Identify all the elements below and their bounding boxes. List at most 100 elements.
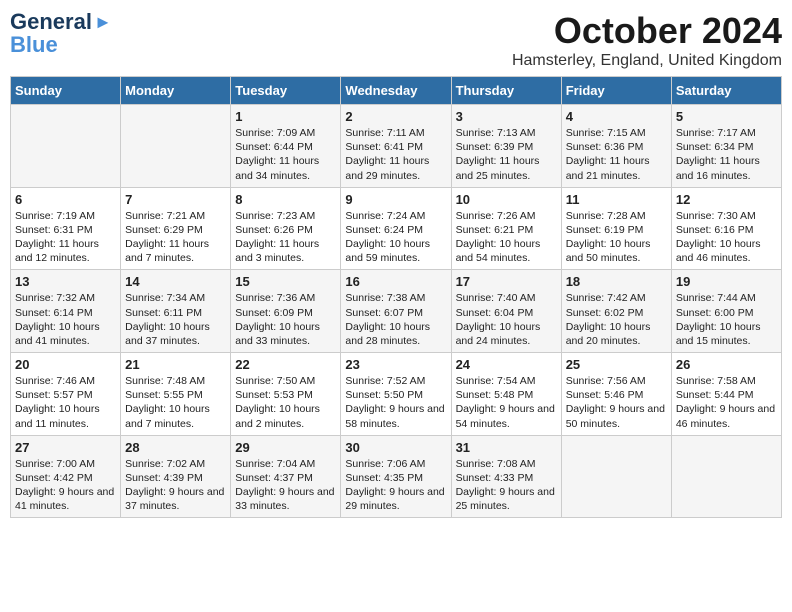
weekday-header-monday: Monday — [121, 77, 231, 105]
calendar-cell: 21 Sunrise: 7:48 AMSunset: 5:55 PMDayligh… — [121, 353, 231, 436]
day-number: 31 — [456, 440, 557, 455]
calendar-cell: 29 Sunrise: 7:04 AMSunset: 4:37 PMDayligh… — [231, 435, 341, 518]
cell-content: Sunrise: 7:19 AMSunset: 6:31 PMDaylight:… — [15, 209, 116, 266]
weekday-header-row: SundayMondayTuesdayWednesdayThursdayFrid… — [11, 77, 782, 105]
calendar-cell: 5 Sunrise: 7:17 AMSunset: 6:34 PMDaylight… — [671, 105, 781, 188]
cell-content: Sunrise: 7:46 AMSunset: 5:57 PMDaylight:… — [15, 374, 116, 431]
week-row-1: 1 Sunrise: 7:09 AMSunset: 6:44 PMDaylight… — [11, 105, 782, 188]
day-number: 21 — [125, 357, 226, 372]
calendar-cell: 1 Sunrise: 7:09 AMSunset: 6:44 PMDaylight… — [231, 105, 341, 188]
day-number: 12 — [676, 192, 777, 207]
calendar-cell — [671, 435, 781, 518]
day-number: 7 — [125, 192, 226, 207]
day-number: 20 — [15, 357, 116, 372]
calendar-cell: 18Sunrise: 7:42 AMSunset: 6:02 PMDayligh… — [561, 270, 671, 353]
week-row-4: 20 Sunrise: 7:46 AMSunset: 5:57 PMDayligh… — [11, 353, 782, 436]
weekday-header-saturday: Saturday — [671, 77, 781, 105]
calendar-cell: 13 Sunrise: 7:32 AMSunset: 6:14 PMDayligh… — [11, 270, 121, 353]
day-number: 26 — [676, 357, 777, 372]
day-number: 1 — [235, 109, 336, 124]
day-number: 5 — [676, 109, 777, 124]
cell-content: Sunrise: 7:24 AMSunset: 6:24 PMDaylight:… — [345, 209, 446, 266]
day-number: 8 — [235, 192, 336, 207]
calendar-cell: 14 Sunrise: 7:34 AMSunset: 6:11 PMDayligh… — [121, 270, 231, 353]
calendar-cell: 3 Sunrise: 7:13 AMSunset: 6:39 PMDaylight… — [451, 105, 561, 188]
day-number: 2 — [345, 109, 446, 124]
calendar-cell: 7 Sunrise: 7:21 AMSunset: 6:29 PMDaylight… — [121, 187, 231, 270]
cell-content: Sunrise: 7:30 AMSunset: 6:16 PMDaylight:… — [676, 209, 777, 266]
day-number: 11 — [566, 192, 667, 207]
calendar-cell: 26 Sunrise: 7:58 AMSunset: 5:44 PMDayligh… — [671, 353, 781, 436]
calendar-cell: 19 Sunrise: 7:44 AMSunset: 6:00 PMDayligh… — [671, 270, 781, 353]
day-number: 14 — [125, 274, 226, 289]
cell-content: Sunrise: 7:44 AMSunset: 6:00 PMDaylight:… — [676, 291, 777, 348]
day-number: 29 — [235, 440, 336, 455]
calendar-cell: 10Sunrise: 7:26 AMSunset: 6:21 PMDayligh… — [451, 187, 561, 270]
day-number: 25 — [566, 357, 667, 372]
cell-content: Sunrise: 7:09 AMSunset: 6:44 PMDaylight:… — [235, 126, 336, 183]
day-number: 30 — [345, 440, 446, 455]
cell-content: Sunrise: 7:58 AMSunset: 5:44 PMDaylight:… — [676, 374, 777, 431]
cell-content: Sunrise: 7:13 AMSunset: 6:39 PMDaylight:… — [456, 126, 557, 183]
calendar-cell: 22Sunrise: 7:50 AMSunset: 5:53 PMDayligh… — [231, 353, 341, 436]
cell-content: Sunrise: 7:15 AMSunset: 6:36 PMDaylight:… — [566, 126, 667, 183]
calendar-cell: 12 Sunrise: 7:30 AMSunset: 6:16 PMDayligh… — [671, 187, 781, 270]
calendar-cell: 28 Sunrise: 7:02 AMSunset: 4:39 PMDayligh… — [121, 435, 231, 518]
cell-content: Sunrise: 7:34 AMSunset: 6:11 PMDaylight:… — [125, 291, 226, 348]
weekday-header-tuesday: Tuesday — [231, 77, 341, 105]
day-number: 6 — [15, 192, 116, 207]
calendar-cell: 16Sunrise: 7:38 AMSunset: 6:07 PMDayligh… — [341, 270, 451, 353]
cell-content: Sunrise: 7:11 AMSunset: 6:41 PMDaylight:… — [345, 126, 446, 183]
cell-content: Sunrise: 7:23 AMSunset: 6:26 PMDaylight:… — [235, 209, 336, 266]
day-number: 19 — [676, 274, 777, 289]
weekday-header-thursday: Thursday — [451, 77, 561, 105]
calendar-cell: 2 Sunrise: 7:11 AMSunset: 6:41 PMDaylight… — [341, 105, 451, 188]
calendar-cell: 17 Sunrise: 7:40 AMSunset: 6:04 PMDayligh… — [451, 270, 561, 353]
day-number: 22 — [235, 357, 336, 372]
calendar-cell: 31 Sunrise: 7:08 AMSunset: 4:33 PMDayligh… — [451, 435, 561, 518]
cell-content: Sunrise: 7:06 AMSunset: 4:35 PMDaylight:… — [345, 457, 446, 514]
calendar-cell — [561, 435, 671, 518]
week-row-3: 13 Sunrise: 7:32 AMSunset: 6:14 PMDayligh… — [11, 270, 782, 353]
calendar-cell: 20 Sunrise: 7:46 AMSunset: 5:57 PMDayligh… — [11, 353, 121, 436]
cell-content: Sunrise: 7:28 AMSunset: 6:19 PMDaylight:… — [566, 209, 667, 266]
calendar-cell: 24Sunrise: 7:54 AMSunset: 5:48 PMDayligh… — [451, 353, 561, 436]
week-row-2: 6 Sunrise: 7:19 AMSunset: 6:31 PMDaylight… — [11, 187, 782, 270]
day-number: 17 — [456, 274, 557, 289]
cell-content: Sunrise: 7:48 AMSunset: 5:55 PMDaylight:… — [125, 374, 226, 431]
calendar-cell: 30 Sunrise: 7:06 AMSunset: 4:35 PMDayligh… — [341, 435, 451, 518]
calendar-cell: 25Sunrise: 7:56 AMSunset: 5:46 PMDayligh… — [561, 353, 671, 436]
calendar-cell: 27 Sunrise: 7:00 AMSunset: 4:42 PMDayligh… — [11, 435, 121, 518]
day-number: 4 — [566, 109, 667, 124]
cell-content: Sunrise: 7:32 AMSunset: 6:14 PMDaylight:… — [15, 291, 116, 348]
cell-content: Sunrise: 7:02 AMSunset: 4:39 PMDaylight:… — [125, 457, 226, 514]
calendar-cell: 8 Sunrise: 7:23 AMSunset: 6:26 PMDaylight… — [231, 187, 341, 270]
calendar-cell: 11 Sunrise: 7:28 AMSunset: 6:19 PMDayligh… — [561, 187, 671, 270]
day-number: 3 — [456, 109, 557, 124]
day-number: 15 — [235, 274, 336, 289]
calendar-cell: 15Sunrise: 7:36 AMSunset: 6:09 PMDayligh… — [231, 270, 341, 353]
cell-content: Sunrise: 7:00 AMSunset: 4:42 PMDaylight:… — [15, 457, 116, 514]
calendar-cell: 9Sunrise: 7:24 AMSunset: 6:24 PMDaylight… — [341, 187, 451, 270]
cell-content: Sunrise: 7:17 AMSunset: 6:34 PMDaylight:… — [676, 126, 777, 183]
day-number: 27 — [15, 440, 116, 455]
day-number: 28 — [125, 440, 226, 455]
cell-content: Sunrise: 7:40 AMSunset: 6:04 PMDaylight:… — [456, 291, 557, 348]
cell-content: Sunrise: 7:08 AMSunset: 4:33 PMDaylight:… — [456, 457, 557, 514]
calendar-cell: 6 Sunrise: 7:19 AMSunset: 6:31 PMDaylight… — [11, 187, 121, 270]
calendar-cell: 23Sunrise: 7:52 AMSunset: 5:50 PMDayligh… — [341, 353, 451, 436]
cell-content: Sunrise: 7:04 AMSunset: 4:37 PMDaylight:… — [235, 457, 336, 514]
day-number: 16 — [345, 274, 446, 289]
day-number: 13 — [15, 274, 116, 289]
cell-content: Sunrise: 7:54 AMSunset: 5:48 PMDaylight:… — [456, 374, 557, 431]
title-area: October 2024 Hamsterley, England, United… — [512, 10, 782, 70]
calendar-cell — [121, 105, 231, 188]
location: Hamsterley, England, United Kingdom — [512, 52, 782, 70]
cell-content: Sunrise: 7:21 AMSunset: 6:29 PMDaylight:… — [125, 209, 226, 266]
page-header: General► Blue October 2024 Hamsterley, E… — [10, 10, 782, 70]
cell-content: Sunrise: 7:26 AMSunset: 6:21 PMDaylight:… — [456, 209, 557, 266]
logo-text: General► — [10, 10, 112, 34]
logo-subtext: Blue — [10, 34, 58, 56]
calendar-table: SundayMondayTuesdayWednesdayThursdayFrid… — [10, 76, 782, 518]
logo: General► Blue — [10, 10, 112, 56]
